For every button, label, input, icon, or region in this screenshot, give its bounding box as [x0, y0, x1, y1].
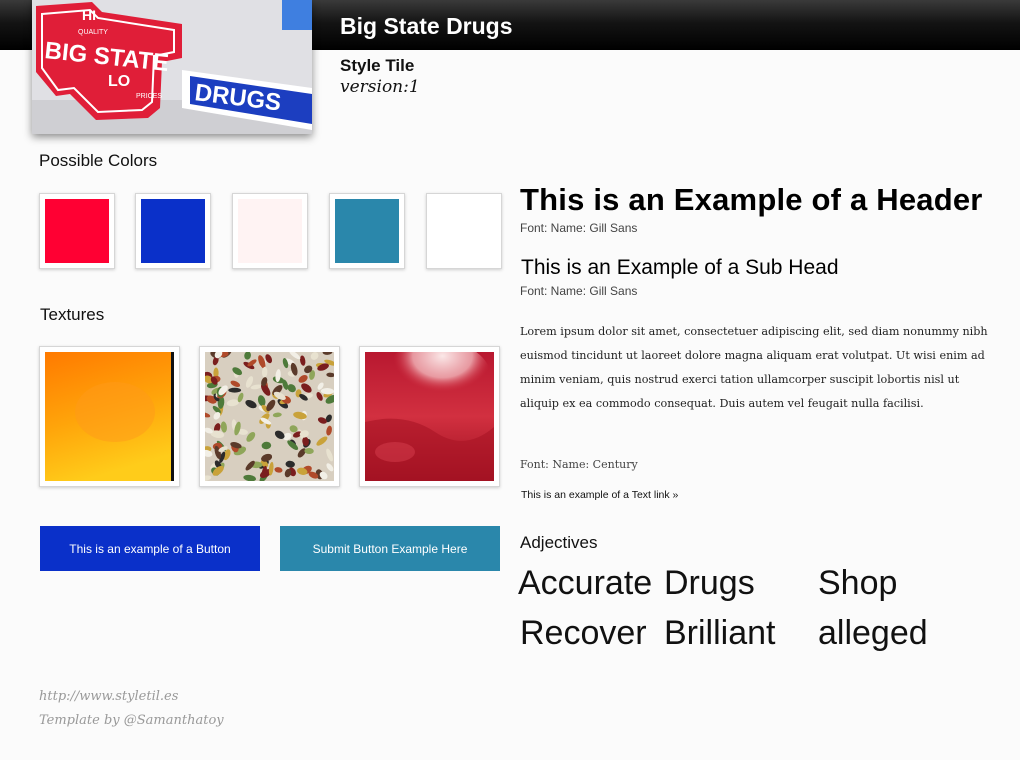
adjective-word: alleged — [818, 614, 928, 652]
body-font-note: Font: Name: Century — [520, 458, 638, 471]
body-text: Lorem ipsum dolor sit amet, consectetuer… — [520, 325, 988, 410]
adjectives-heading: Adjectives — [520, 533, 598, 552]
logo-sign-hi: HI — [82, 7, 96, 23]
submit-button[interactable]: Submit Button Example Here — [280, 526, 500, 571]
style-tile-label: Style Tile — [340, 56, 415, 75]
red-liquid-texture — [365, 352, 494, 481]
footer-url[interactable]: http://www.styletil.es — [39, 689, 178, 704]
example-button[interactable]: This is an example of a Button — [40, 526, 260, 571]
logo-sign-prices: PRICES — [136, 93, 162, 100]
example-header: This is an Example of a Header — [520, 182, 983, 217]
texture-tile — [199, 346, 340, 487]
adjective-word: Brilliant — [664, 614, 776, 652]
texture-tile — [359, 346, 500, 487]
pill-shape — [228, 387, 242, 393]
swatch-fill — [335, 199, 399, 263]
swatch-fill — [238, 199, 302, 263]
brand-title: Big State Drugs — [340, 13, 513, 39]
subhead-font-note: Font: Name: Gill Sans — [520, 284, 638, 298]
example-subhead: This is an Example of a Sub Head — [521, 256, 839, 279]
textures-heading: Textures — [40, 305, 105, 324]
adjective-word: Recover — [520, 614, 647, 652]
text-link[interactable]: This is an example of a Text link » — [521, 489, 678, 501]
color-swatch — [39, 193, 115, 269]
version-label: version:1 — [340, 77, 420, 97]
footer-credit: Template by @Samanthatoy — [39, 713, 224, 728]
swatch-fill — [45, 199, 109, 263]
color-swatch — [135, 193, 211, 269]
color-swatch — [426, 193, 502, 269]
color-swatch — [329, 193, 405, 269]
orange-gradient-texture — [45, 352, 174, 481]
adjective-word: Shop — [818, 564, 898, 602]
swatch-fill — [141, 199, 205, 263]
logo-sign-lo: LO — [108, 73, 130, 90]
texture-tile — [39, 346, 180, 487]
brand-logo-image: HI QUALITY BIG STATE LO PRICES DRUGS — [32, 0, 312, 134]
logo-sign-quality: QUALITY — [78, 29, 108, 36]
adjective-word: Accurate — [518, 564, 653, 602]
colors-heading: Possible Colors — [39, 151, 158, 170]
pills-texture — [205, 352, 334, 481]
logo-illustration: HI QUALITY BIG STATE LO PRICES DRUGS — [32, 0, 312, 134]
color-swatch — [232, 193, 308, 269]
header-font-note: Font: Name: Gill Sans — [520, 221, 638, 235]
swatch-fill — [432, 199, 496, 263]
adjective-word: Drugs — [664, 564, 755, 602]
